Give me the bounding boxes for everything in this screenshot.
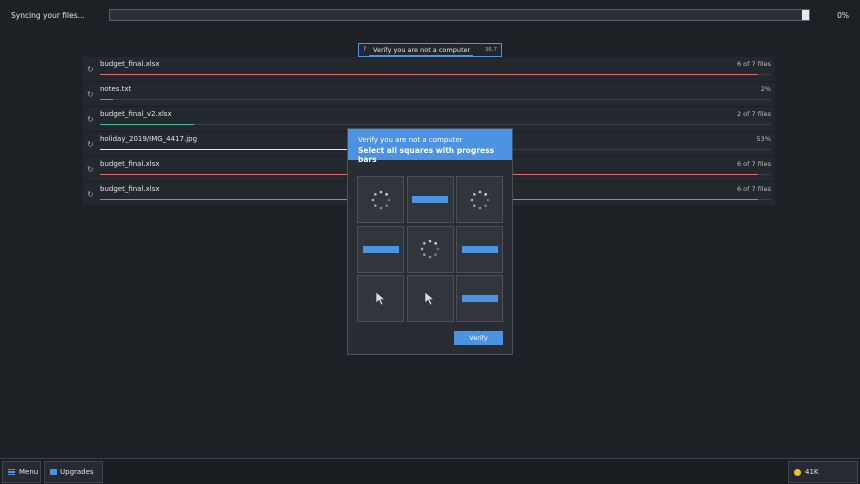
spinner-icon bbox=[469, 189, 491, 211]
progress-bar-icon bbox=[461, 295, 498, 302]
file-status: 2 of 7 files bbox=[736, 110, 771, 118]
file-status: 6 of 7 files bbox=[736, 60, 771, 68]
coin-icon bbox=[794, 468, 801, 476]
cursor-icon bbox=[424, 291, 436, 306]
sync-status-label: Syncing your files... bbox=[11, 11, 85, 20]
spinner-icon bbox=[370, 189, 392, 211]
captcha-tile[interactable] bbox=[406, 176, 454, 223]
spinner-icon bbox=[419, 238, 441, 260]
file-name: budget_final.xlsx bbox=[100, 160, 160, 168]
file-progress-fill bbox=[100, 124, 194, 125]
help-icon: ? bbox=[363, 46, 367, 53]
captcha-tile[interactable] bbox=[357, 275, 404, 322]
file-progress-fill bbox=[100, 99, 114, 100]
sync-progress-end-cap bbox=[802, 10, 809, 20]
coins-display: 41K bbox=[788, 461, 858, 483]
progress-bar-icon bbox=[461, 245, 498, 253]
sync-icon: ↻ bbox=[87, 165, 94, 174]
menu-label: Menu bbox=[19, 468, 39, 476]
sync-icon: ↻ bbox=[87, 115, 94, 124]
sync-icon: ↻ bbox=[87, 190, 94, 199]
captcha-tile[interactable] bbox=[357, 225, 404, 273]
cursor-icon bbox=[375, 291, 387, 306]
mini-captcha-timer: 36.7 bbox=[484, 46, 497, 53]
file-progress-track bbox=[100, 74, 771, 75]
file-status: 2% bbox=[760, 85, 771, 93]
file-row: ↻ budget_final.xlsx 6 of 7 files bbox=[83, 57, 775, 82]
file-name: holiday_2019/IMG_4417.jpg bbox=[100, 135, 198, 143]
folder-icon bbox=[50, 469, 57, 475]
captcha-tile[interactable] bbox=[456, 275, 503, 322]
captcha-grid bbox=[357, 176, 503, 322]
file-status: 6 of 7 files bbox=[736, 185, 771, 193]
file-status: 6 of 7 files bbox=[736, 160, 771, 168]
file-status: 53% bbox=[756, 135, 771, 143]
file-row: ↻ notes.txt 2% bbox=[83, 82, 775, 107]
sync-icon: ↻ bbox=[87, 65, 94, 74]
file-name: notes.txt bbox=[100, 85, 132, 93]
file-name: budget_final.xlsx bbox=[100, 60, 160, 68]
file-name: budget_final_v2.xlsx bbox=[100, 110, 172, 118]
coins-value: 41K bbox=[805, 468, 819, 476]
captcha-tile[interactable] bbox=[406, 275, 454, 322]
game-screen: Syncing your files... 0% ? Verify you ar… bbox=[0, 0, 860, 484]
captcha-instruction: Select all squares with progress bars bbox=[358, 146, 495, 164]
captcha-header: Verify you are not a computer Select all… bbox=[348, 129, 512, 164]
upgrades-label: Upgrades bbox=[60, 468, 94, 476]
file-name: budget_final.xlsx bbox=[100, 185, 160, 193]
sync-progress-bar bbox=[109, 9, 810, 21]
captcha-tile[interactable] bbox=[456, 176, 503, 223]
captcha-tile[interactable] bbox=[406, 225, 454, 273]
file-progress-fill bbox=[100, 74, 758, 75]
file-progress-track bbox=[100, 99, 771, 100]
progress-bar-icon bbox=[412, 196, 448, 203]
menu-button[interactable]: Menu bbox=[2, 461, 41, 483]
sync-percent: 0% bbox=[837, 11, 849, 20]
verify-button[interactable]: Verify bbox=[454, 331, 503, 345]
captcha-dialog: Verify you are not a computer Select all… bbox=[347, 128, 513, 355]
upgrades-button[interactable]: Upgrades bbox=[44, 461, 103, 483]
captcha-tile[interactable] bbox=[456, 225, 503, 273]
mini-captcha-timer-bar bbox=[369, 54, 473, 56]
mini-captcha-title: Verify you are not a computer bbox=[373, 46, 471, 54]
hamburger-icon bbox=[8, 469, 15, 475]
captcha-title: Verify you are not a computer bbox=[358, 136, 463, 144]
file-progress-track bbox=[100, 124, 771, 125]
sync-icon: ↻ bbox=[87, 140, 94, 149]
mini-captcha-popup[interactable]: ? Verify you are not a computer 36.7 bbox=[358, 43, 502, 57]
captcha-tile[interactable] bbox=[357, 176, 404, 223]
taskbar: Menu Upgrades 41K bbox=[0, 458, 860, 484]
sync-icon: ↻ bbox=[87, 90, 94, 99]
progress-bar-icon bbox=[362, 245, 399, 253]
